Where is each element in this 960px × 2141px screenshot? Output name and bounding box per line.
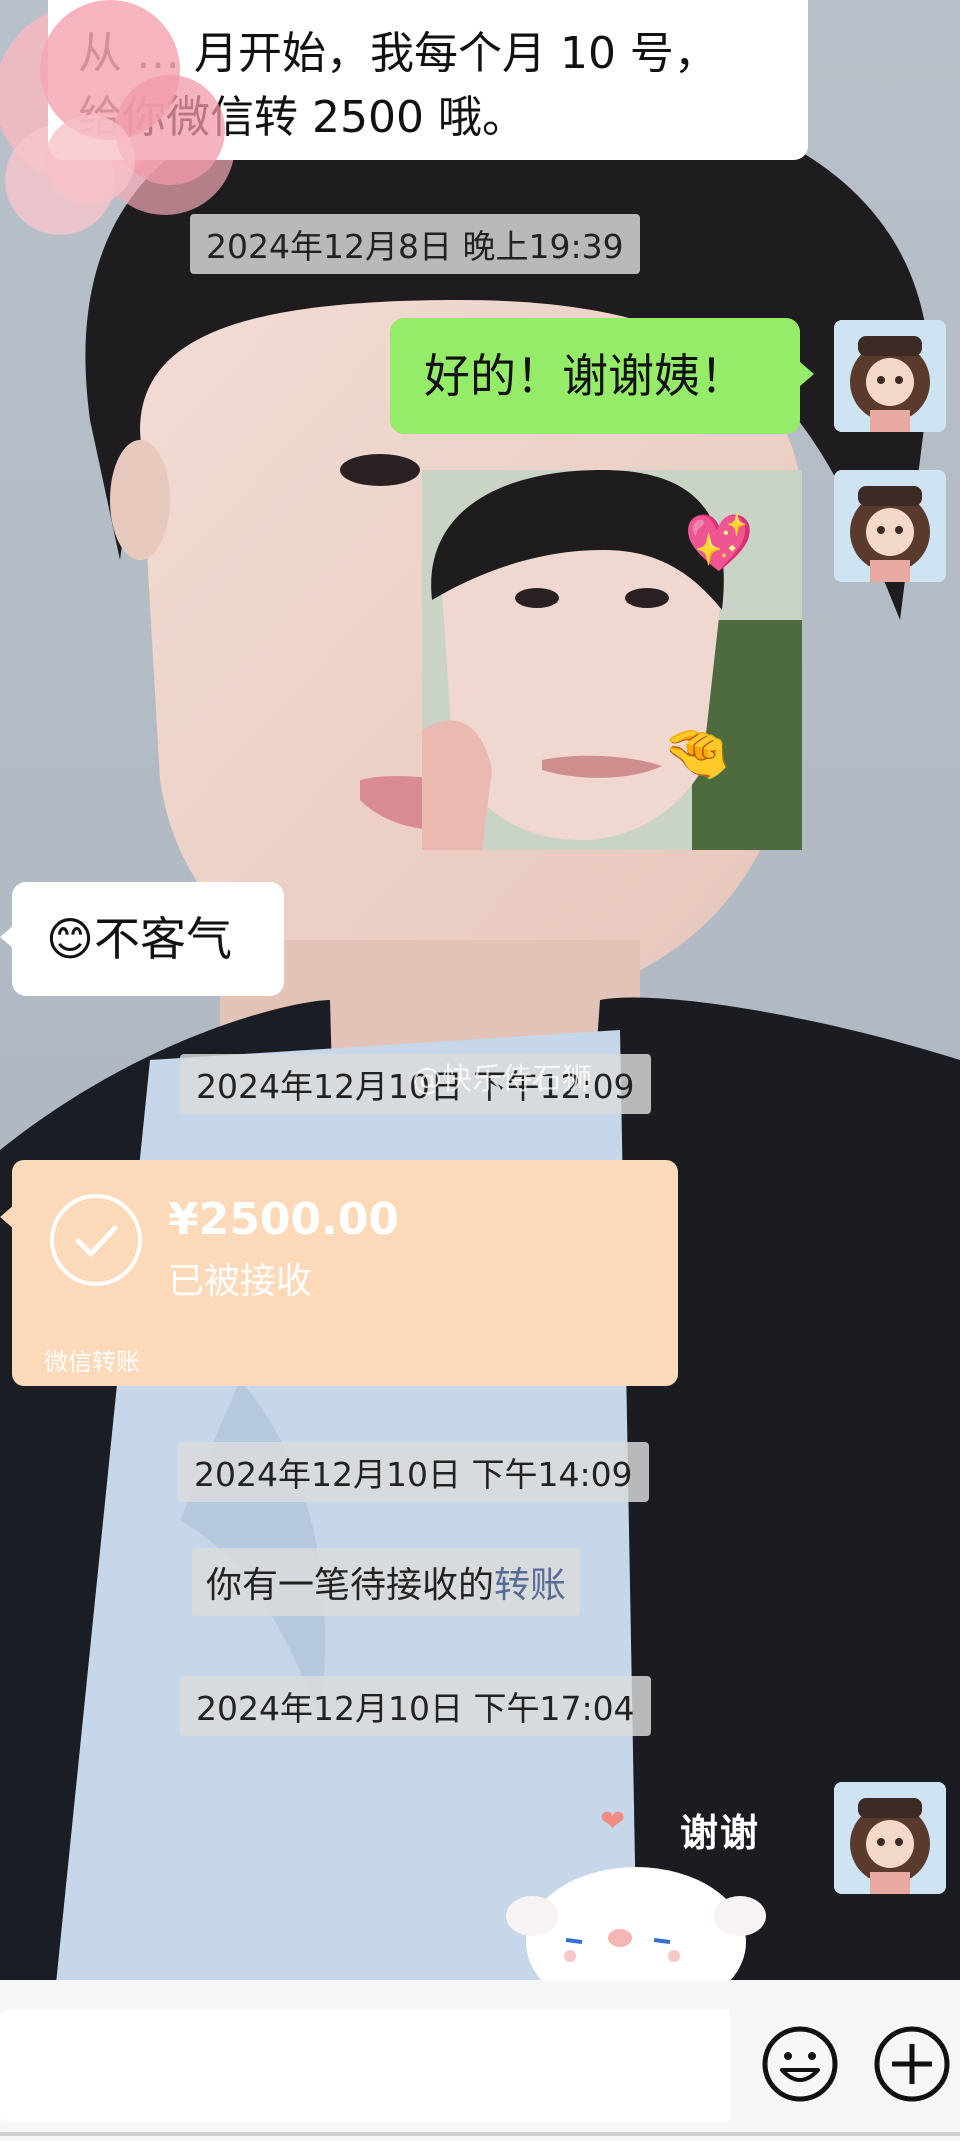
timestamp: 2024年12月10日 下午17:04 <box>180 1676 651 1736</box>
message-line: 给你微信转 2500 哦。 <box>78 92 526 143</box>
incoming-message[interactable]: 😊不客气 <box>12 882 284 996</box>
bubble-tail <box>800 362 814 386</box>
system-notice: 你有一笔待接收的转账 <box>192 1548 581 1616</box>
bottom-divider <box>0 2132 960 2136</box>
my-avatar[interactable] <box>834 320 946 432</box>
timestamp: 2024年12月10日 下午14:09 <box>178 1442 649 1502</box>
message-text: 不客气 <box>93 912 232 966</box>
watermark: @快乐侍石狮 <box>412 1062 592 1097</box>
transfer-card[interactable]: ¥2500.00 已被接收 微信转账 <box>12 1160 678 1386</box>
anime-girl-avatar-icon <box>834 470 946 582</box>
plus-icon[interactable] <box>872 2024 952 2104</box>
message-line: 从 … 月开始，我每个月 10 号， <box>78 28 718 79</box>
transfer-amount: ¥2500.00 <box>168 1194 400 1245</box>
hamster-sticker-icon <box>506 1867 766 1982</box>
sent-photo[interactable]: 💖 🤏 <box>422 470 802 850</box>
notice-text: 你有一笔待接收的 <box>206 1565 495 1606</box>
emoji-icon[interactable] <box>760 2024 840 2104</box>
transfer-status: 已被接收 <box>168 1261 313 1302</box>
thanks-sticker[interactable]: ❤ 谢谢 <box>486 1792 806 1982</box>
hand-pinch-icon: 🤏 <box>662 721 732 786</box>
incoming-message-top: 从 … 月开始，我每个月 10 号， 给你微信转 2500 哦。 <box>48 0 808 160</box>
transfer-footer: 微信转账 <box>44 1348 140 1376</box>
transfer-link[interactable]: 转账 <box>494 1565 566 1606</box>
message-input[interactable] <box>0 2010 730 2122</box>
anime-girl-avatar-icon <box>834 1782 946 1894</box>
my-avatar[interactable] <box>834 470 946 582</box>
input-bar <box>0 1980 960 2141</box>
check-circle-icon <box>50 1194 142 1286</box>
smile-emoji-icon: 😊 <box>46 912 94 966</box>
sparkle-heart-icon: 💖 <box>684 511 754 576</box>
timestamp: 2024年12月8日 晚上19:39 <box>190 214 640 274</box>
anime-girl-avatar-icon <box>834 320 946 432</box>
outgoing-message[interactable]: 好的！谢谢姨！ <box>390 318 800 434</box>
my-avatar[interactable] <box>834 1782 946 1894</box>
